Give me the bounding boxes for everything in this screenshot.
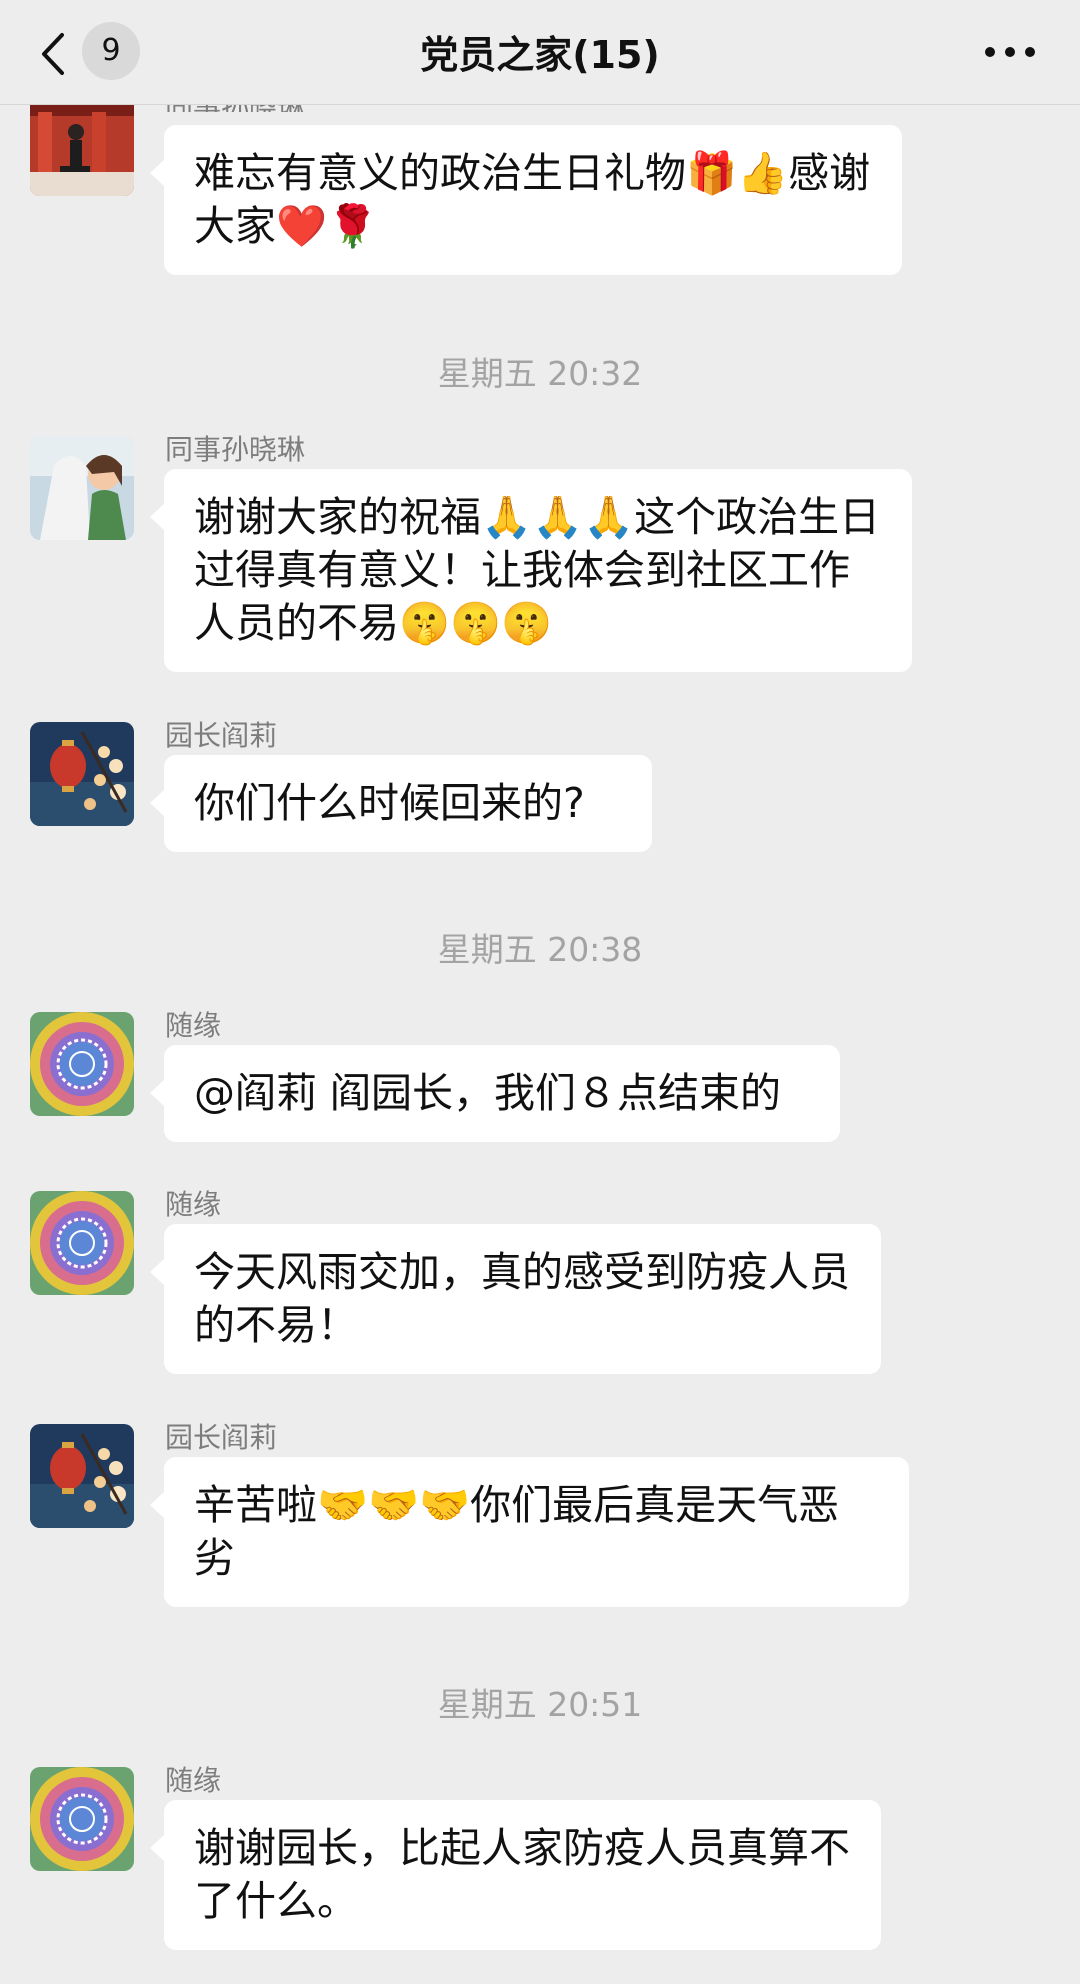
message-bubble[interactable]: 难忘有意义的政治生日礼物🎁👍感谢大家❤️🌹 bbox=[150, 125, 902, 275]
message-bubble[interactable]: 今天风雨交加，真的感受到防疫人员的不易！ bbox=[150, 1224, 881, 1374]
message-bubble[interactable]: 你们什么时候回来的? bbox=[150, 755, 652, 852]
sender-name: 园长阎莉 bbox=[165, 719, 278, 752]
sender-name: 园长阎莉 bbox=[165, 1421, 278, 1454]
message-bubble[interactable]: 谢谢园长，比起人家防疫人员真算不了什么。 bbox=[150, 1800, 881, 1950]
message-bubble[interactable]: @阎莉 阎园长，我们８点结束的 bbox=[150, 1045, 840, 1142]
timestamp: 星期五 20:32 bbox=[437, 354, 643, 393]
message-bubble[interactable]: 辛苦啦🤝🤝🤝你们最后真是天气恶劣 bbox=[150, 1457, 909, 1607]
more-button[interactable] bbox=[978, 34, 1042, 70]
avatar[interactable] bbox=[30, 92, 134, 196]
sender-name: 随缘 bbox=[165, 1764, 222, 1797]
sender-name: 同事孙晓琳 bbox=[165, 433, 306, 466]
avatar[interactable] bbox=[30, 1191, 134, 1295]
avatar[interactable] bbox=[30, 1012, 134, 1116]
avatar[interactable] bbox=[30, 722, 134, 826]
chat-title: 党员之家(15) bbox=[420, 33, 660, 77]
more-dots-icon bbox=[985, 47, 1035, 57]
navigation-bar: 9 党员之家(15) bbox=[0, 0, 1080, 105]
avatar[interactable] bbox=[30, 1767, 134, 1871]
message-bubble[interactable]: 谢谢大家的祝福🙏🙏🙏这个政治生日过得真有意义！让我体会到社区工作人员的不易🤫🤫🤫 bbox=[150, 469, 912, 672]
sender-name: 随缘 bbox=[165, 1188, 222, 1221]
avatar[interactable] bbox=[30, 1424, 134, 1528]
sender-name: 随缘 bbox=[165, 1009, 222, 1042]
timestamp: 星期五 20:51 bbox=[437, 1685, 643, 1724]
timestamp: 星期五 20:38 bbox=[437, 930, 643, 969]
unread-count-badge: 9 bbox=[82, 22, 140, 80]
chevron-left-icon bbox=[42, 33, 64, 75]
back-button[interactable]: 9 bbox=[30, 20, 150, 84]
avatar[interactable] bbox=[30, 436, 134, 540]
chat-area[interactable]: 同事孙晓琳 难忘有意义的政治生日礼物🎁👍感谢大家❤️🌹 星期五 20:32 同事… bbox=[0, 0, 1080, 1984]
